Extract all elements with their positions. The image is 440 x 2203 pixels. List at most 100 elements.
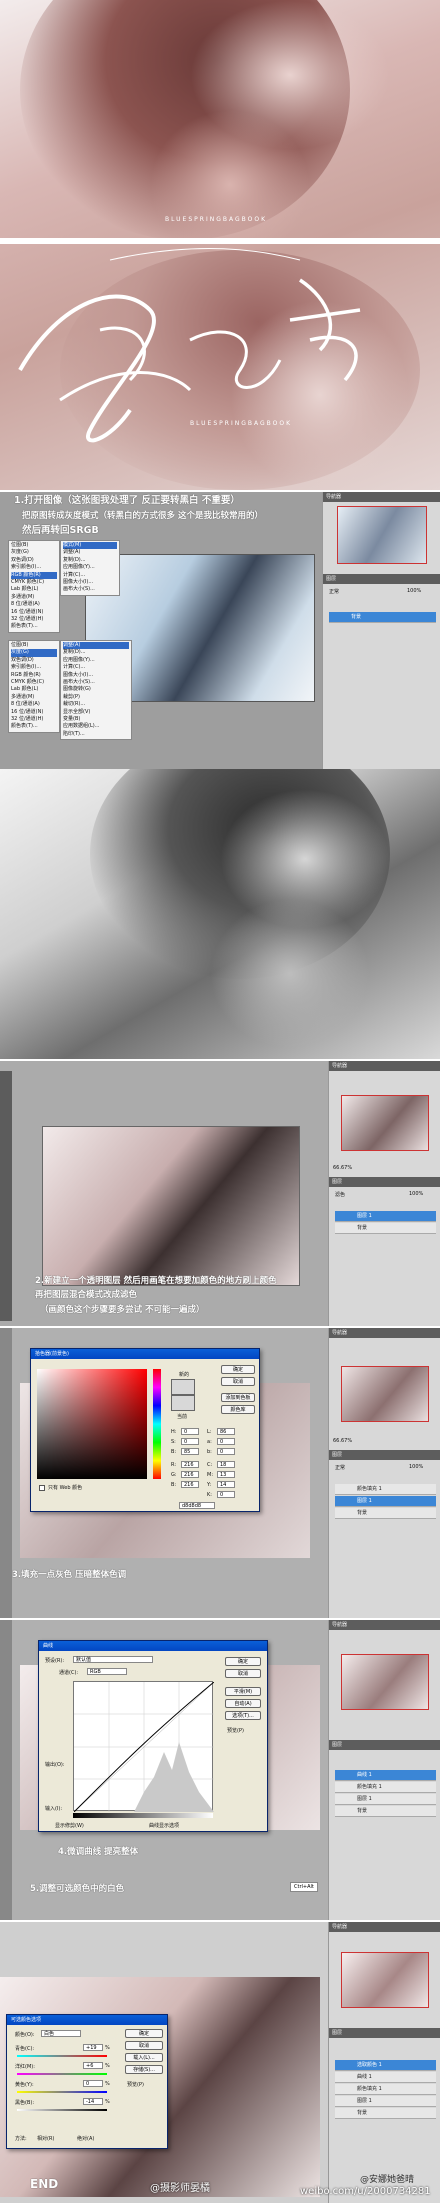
opacity-value[interactable]: 100% (407, 588, 421, 594)
libraries-button[interactable]: 颜色库 (221, 1405, 255, 1414)
absolute-radio[interactable]: 绝对(A) (77, 2135, 94, 2142)
colors-select[interactable]: 白色 (41, 2030, 81, 2037)
curves-graph[interactable] (73, 1681, 214, 1812)
menu-item[interactable]: 计算(C)... (63, 664, 129, 671)
smooth-button[interactable]: 平滑(M) (225, 1687, 261, 1696)
tools-bar[interactable] (0, 1328, 12, 1618)
save-button[interactable]: 存储(S)... (125, 2065, 163, 2074)
b2-field[interactable]: 0 (217, 1448, 235, 1455)
menu-item[interactable]: 颜色表(T)... (11, 723, 57, 730)
layer-fill[interactable]: 颜色填充 1 (335, 1782, 436, 1793)
layer-background[interactable]: 背景 (335, 1223, 436, 1234)
menu-item[interactable]: 计算(C)... (63, 572, 117, 579)
panel-tab-navigator[interactable]: 导航器 (329, 1061, 440, 1071)
h-field[interactable]: 0 (181, 1428, 199, 1435)
k-field[interactable]: 0 (217, 1491, 235, 1498)
add-swatch-button[interactable]: 添加到色板 (221, 1393, 255, 1402)
menu-item[interactable]: 应用数据组(L)... (63, 723, 129, 730)
image-menu-2[interactable]: 模式(M) 调整(A) 复制(D)... 应用图像(Y)... 计算(C)...… (60, 540, 120, 596)
layer-background[interactable]: 背景 (335, 1508, 436, 1519)
curves-curve[interactable] (74, 1682, 214, 1812)
cyan-slider[interactable] (17, 2055, 107, 2057)
tools-bar[interactable] (0, 1071, 12, 1321)
menu-item[interactable]: 8 位/通道(A) (11, 601, 57, 608)
r-field[interactable]: 216 (181, 1461, 199, 1468)
menu-item[interactable]: 裁切(R)... (63, 701, 129, 708)
menu-item[interactable]: 8 位/通道(A) (11, 701, 57, 708)
menu-item[interactable]: 颜色表(T)... (11, 623, 57, 630)
ok-button[interactable]: 确定 (225, 1657, 261, 1666)
y-field[interactable]: 14 (217, 1481, 235, 1488)
menu-item[interactable]: 图像大小(I)... (63, 672, 129, 679)
menu-item[interactable]: RGB 颜色(R) (11, 672, 57, 679)
blend-mode[interactable]: 正常 (329, 588, 339, 595)
opacity-value[interactable]: 100% (409, 1191, 423, 1197)
layer-1[interactable]: 图层 1 (335, 2096, 436, 2107)
layer-background[interactable]: 背景 (329, 612, 436, 623)
menu-item[interactable]: 灰度(G) (11, 549, 57, 556)
layer-1[interactable]: 图层 1 (335, 1211, 436, 1222)
magenta-slider[interactable] (17, 2073, 107, 2075)
menu-item[interactable]: 16 位/通道(N) (11, 609, 57, 616)
black-field[interactable]: -14 (83, 2098, 103, 2105)
ok-button[interactable]: 确定 (125, 2029, 163, 2038)
layer-curves[interactable]: 曲线 1 (335, 2072, 436, 2083)
menu-item[interactable]: 索引颜色(I)... (11, 564, 57, 571)
layer-1[interactable]: 图层 1 (335, 1496, 436, 1507)
relative-radio[interactable]: 相对(R) (37, 2135, 54, 2142)
panel-tab-navigator[interactable]: 导航器 (329, 1620, 440, 1630)
menu-item[interactable]: 16 位/通道(N) (11, 709, 57, 716)
black-slider[interactable] (17, 2109, 107, 2111)
menu-item[interactable]: 灰度(G) (11, 649, 57, 657)
menu-item[interactable]: Lab 颜色(L) (11, 686, 57, 693)
color-field[interactable] (37, 1369, 147, 1479)
curve-options-label[interactable]: 曲线显示选项 (149, 1822, 179, 1829)
image-menu-4[interactable]: 调整(A) 复制(D)... 应用图像(Y)... 计算(C)... 图像大小(… (60, 640, 132, 741)
layer-fill[interactable]: 颜色填充 1 (335, 2084, 436, 2095)
menu-item[interactable]: 索引颜色(I)... (11, 664, 57, 671)
s-field[interactable]: 0 (181, 1438, 199, 1445)
menu-item[interactable]: RGB 颜色(R) (11, 571, 57, 579)
tools-bar[interactable] (0, 1620, 12, 1920)
zoom-level[interactable]: 66.67% (333, 1438, 352, 1444)
blue-field[interactable]: 216 (181, 1481, 199, 1488)
blend-mode[interactable]: 滤色 (335, 1191, 345, 1198)
m-field[interactable]: 13 (217, 1471, 235, 1478)
panel-tab-layers[interactable]: 图层 (329, 2028, 440, 2038)
panel-tab-navigator[interactable]: 导航器 (323, 492, 440, 502)
menu-item[interactable]: 陷印(T)... (63, 731, 129, 738)
auto-button[interactable]: 自动(A) (225, 1699, 261, 1708)
only-web-checkbox[interactable] (39, 1485, 45, 1491)
panel-tab-layers[interactable]: 图层 (329, 1740, 440, 1750)
preview-checkbox[interactable]: 预览(P) (227, 1727, 244, 1734)
hex-field[interactable]: d8d8d8 (179, 1502, 215, 1509)
color-picker-dialog[interactable]: 拾色器(前景色) 新的 当前 确定 取消 添加到色板 颜色库 H: 0 S: 0… (30, 1348, 260, 1512)
curves-dialog[interactable]: 曲线 预设(R): 默认值 通道(C): RGB 输出(O): 输入(I): 显… (38, 1640, 268, 1832)
menu-item[interactable]: 调整(A) (63, 549, 117, 556)
c-field[interactable]: 18 (217, 1461, 235, 1468)
panel-tab-layers[interactable]: 图层 (323, 574, 440, 584)
l-field[interactable]: 86 (217, 1428, 235, 1435)
layer-selective[interactable]: 选取颜色 1 (335, 2060, 436, 2071)
cancel-button[interactable]: 取消 (221, 1377, 255, 1386)
preset-select[interactable]: 默认值 (73, 1656, 153, 1663)
menu-item[interactable]: 应用图像(Y)... (63, 564, 117, 571)
layer-background[interactable]: 背景 (335, 1806, 436, 1817)
menu-item[interactable]: Lab 颜色(L) (11, 586, 57, 593)
menu-item[interactable]: 画布大小(S)... (63, 586, 117, 593)
preview-checkbox[interactable]: 预览(P) (127, 2081, 144, 2088)
layer-background[interactable]: 背景 (335, 2108, 436, 2119)
options-button[interactable]: 选项(T)... (225, 1711, 261, 1720)
channel-select[interactable]: RGB (87, 1668, 127, 1675)
opacity-value[interactable]: 100% (409, 1464, 423, 1470)
yellow-slider[interactable] (17, 2091, 107, 2093)
g-field[interactable]: 216 (181, 1471, 199, 1478)
a-field[interactable]: 0 (217, 1438, 235, 1445)
menu-item[interactable]: 图像旋转(G) (63, 686, 129, 693)
panel-tab-navigator[interactable]: 导航器 (329, 1922, 440, 1932)
blend-mode[interactable]: 正常 (335, 1464, 345, 1471)
cancel-button[interactable]: 取消 (125, 2041, 163, 2050)
magenta-field[interactable]: +6 (83, 2062, 103, 2069)
yellow-field[interactable]: 0 (83, 2080, 103, 2087)
image-menu-3[interactable]: 位图(B) 灰度(G) 双色调(D) 索引颜色(I)... RGB 颜色(R) … (8, 640, 60, 733)
